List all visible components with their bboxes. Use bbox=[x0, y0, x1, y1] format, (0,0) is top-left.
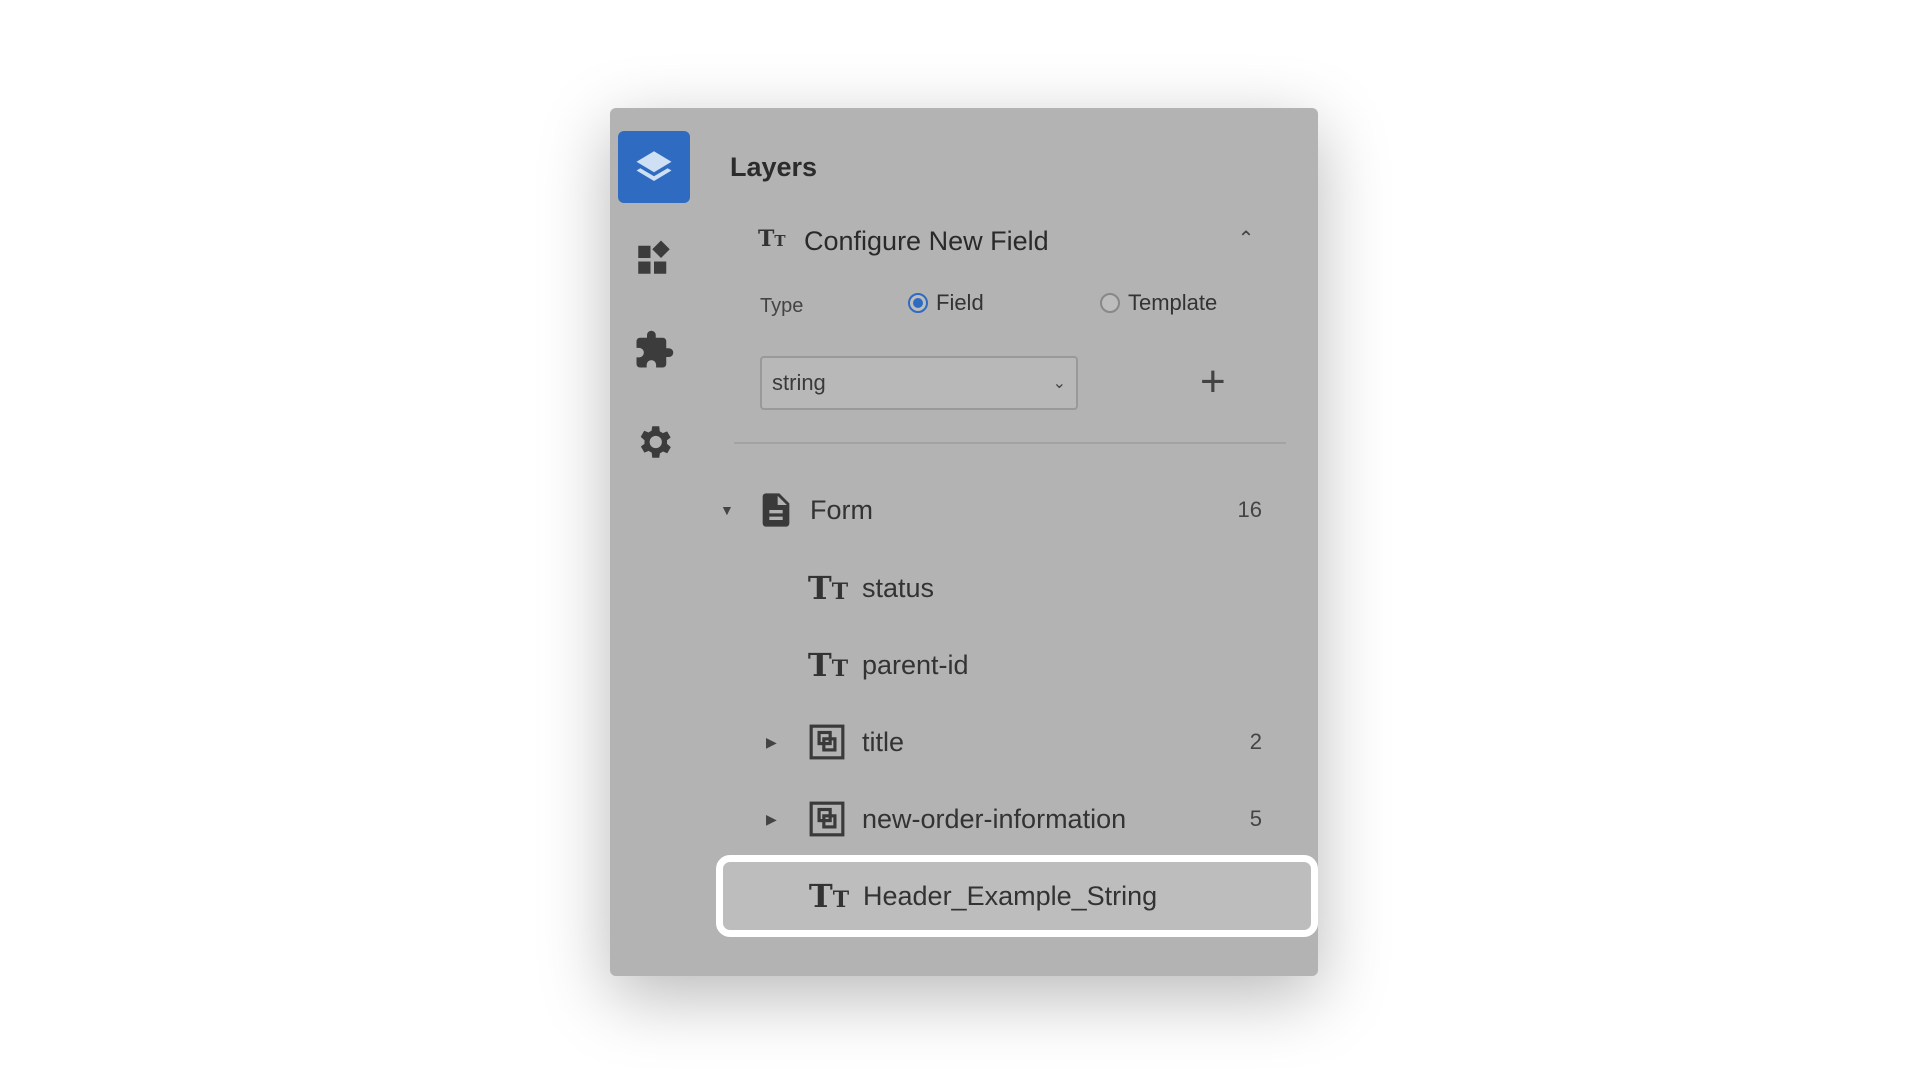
plugins-tab[interactable] bbox=[618, 314, 690, 386]
widgets-tab[interactable] bbox=[618, 222, 690, 294]
layers-tab[interactable] bbox=[618, 131, 690, 203]
text-type-icon: TT bbox=[807, 646, 849, 684]
tree-root-count: 16 bbox=[1237, 497, 1262, 522]
radio-template[interactable]: Template bbox=[1100, 290, 1217, 316]
layers-icon bbox=[636, 151, 672, 181]
tree-item-group[interactable]: ▶ title 2 bbox=[766, 704, 1262, 780]
group-frame-icon bbox=[809, 801, 845, 837]
select-value: string bbox=[772, 370, 826, 395]
tree-item-group[interactable]: ▶ new-order-information 5 bbox=[766, 781, 1262, 857]
tree-root-label: Form bbox=[810, 494, 873, 525]
radio-dot-selected[interactable] bbox=[908, 293, 928, 313]
tree-item-count: 2 bbox=[1249, 729, 1262, 754]
add-field-button[interactable]: + bbox=[1200, 360, 1226, 404]
dashboard-icon bbox=[638, 240, 670, 274]
highlighted-tree-item[interactable]: TT Header_Example_String bbox=[716, 855, 1318, 937]
tree-item-label: parent-id bbox=[862, 649, 969, 680]
tree-item-label: new-order-information bbox=[862, 803, 1127, 834]
text-type-icon: TT bbox=[758, 226, 786, 252]
settings-tab[interactable] bbox=[618, 406, 690, 478]
collapse-chevron-icon[interactable]: ⌃ bbox=[1234, 226, 1258, 250]
chevron-down-icon: ⌄ bbox=[1052, 375, 1066, 392]
text-type-icon: TT bbox=[807, 569, 849, 607]
tree-item-label: status bbox=[862, 572, 935, 603]
tree-item[interactable]: TT Header_Example_String bbox=[807, 862, 1247, 930]
group-frame-icon bbox=[809, 724, 845, 760]
text-type-icon: TT bbox=[808, 877, 850, 915]
radio-dot[interactable] bbox=[1100, 293, 1120, 313]
radio-field-label: Field bbox=[936, 290, 984, 315]
tree-item-label: title bbox=[862, 726, 905, 757]
expand-right-icon[interactable]: ▶ bbox=[766, 811, 777, 828]
expand-down-icon[interactable]: ▼ bbox=[720, 502, 734, 518]
puzzle-icon bbox=[636, 330, 674, 368]
tree-root-form[interactable]: ▼ Form 16 bbox=[720, 472, 1262, 548]
radio-field[interactable]: Field bbox=[908, 290, 984, 316]
document-icon bbox=[762, 493, 790, 527]
tree-item[interactable]: TT status bbox=[806, 550, 1262, 626]
divider bbox=[734, 442, 1286, 444]
expand-right-icon[interactable]: ▶ bbox=[766, 734, 777, 751]
radio-template-label: Template bbox=[1128, 290, 1218, 315]
type-label: Type bbox=[760, 295, 804, 317]
tree-item[interactable]: TT parent-id bbox=[806, 627, 1262, 703]
gear-icon bbox=[640, 426, 671, 458]
tree-item-count: 5 bbox=[1249, 806, 1262, 831]
panel-title: Layers bbox=[730, 152, 818, 182]
field-type-select[interactable]: string ⌄ bbox=[760, 356, 1078, 410]
layers-panel: Layers TT Configure New Field ⌃ Type Fie… bbox=[610, 108, 1318, 976]
tree-item-label: Header_Example_String bbox=[863, 880, 1158, 911]
configure-field-title: Configure New Field bbox=[804, 226, 1049, 256]
